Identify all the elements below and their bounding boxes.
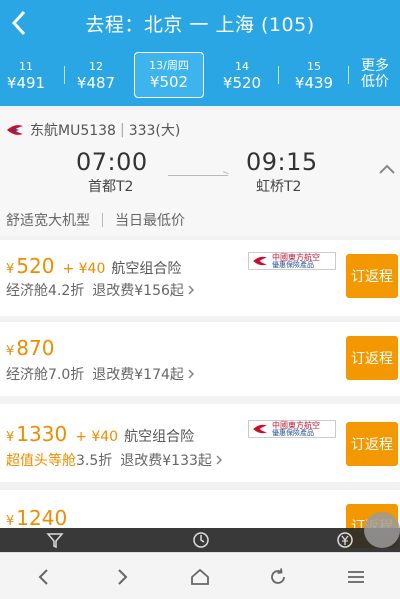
browser-back-button[interactable] bbox=[30, 563, 58, 591]
date-item-13-selected[interactable]: 13/周四 ¥502 bbox=[134, 52, 204, 98]
fare-price-row: ¥ 1330 + ¥40 航空组合险 bbox=[6, 422, 194, 446]
currency-symbol: ¥ bbox=[6, 430, 15, 445]
cabin-highlight: 超值头等舱 bbox=[6, 453, 76, 469]
filter-icon bbox=[46, 533, 64, 549]
browser-menu-button[interactable] bbox=[342, 563, 370, 591]
date-price: ¥439 bbox=[294, 74, 334, 92]
chevron-left-icon bbox=[38, 569, 48, 585]
divider bbox=[348, 66, 349, 84]
refresh-icon bbox=[271, 568, 285, 584]
arrive-airport: 虹桥T2 bbox=[256, 179, 302, 195]
refund-fee: 退改费¥133起 bbox=[120, 453, 212, 469]
date-price: ¥491 bbox=[6, 74, 46, 92]
fare-card-2[interactable]: ¥ 870 经济舱7.0折 退改费¥174起 订返程 bbox=[0, 322, 400, 396]
airline-insurance-badge: 中國東方航空 優惠保險產品 bbox=[248, 420, 336, 438]
browser-forward-button[interactable] bbox=[108, 563, 136, 591]
airline-insurance-badge: 中國東方航空 優惠保險產品 bbox=[248, 252, 336, 270]
aircraft-type: 333(大) bbox=[128, 123, 181, 139]
depart-airport: 首都T2 bbox=[88, 179, 134, 195]
route-arrow bbox=[168, 175, 228, 176]
date-label: 12 bbox=[89, 60, 103, 73]
date-label: 14 bbox=[235, 60, 249, 73]
flight-features: 舒适宽大机型 当日最低价 bbox=[6, 210, 185, 230]
more-line2: 低价 bbox=[361, 74, 389, 90]
fare-details: 超值头等舱 3.5折 退改费¥133起 bbox=[6, 450, 224, 470]
fare-price: 1330 bbox=[16, 422, 68, 446]
cabin-discount: 经济舱7.0折 bbox=[6, 367, 85, 383]
cabin-discount: 经济舱4.2折 bbox=[6, 283, 85, 299]
fare-price-row: ¥ 870 bbox=[6, 336, 54, 360]
divider bbox=[102, 213, 103, 227]
date-price: ¥487 bbox=[76, 74, 116, 92]
date-item-14[interactable]: 14 ¥520 bbox=[210, 52, 274, 98]
date-item-11[interactable]: 11 ¥491 bbox=[0, 52, 58, 98]
date-item-15[interactable]: 15 ¥439 bbox=[282, 52, 346, 98]
chevron-right-icon bbox=[188, 285, 194, 295]
currency-symbol: ¥ bbox=[6, 262, 15, 277]
title-bar: 去程：北京 一 上海 (105) bbox=[0, 0, 400, 46]
filter-bar bbox=[0, 528, 400, 552]
chevron-right-icon bbox=[118, 569, 128, 585]
china-eastern-logo-icon bbox=[253, 256, 267, 266]
fare-price: 520 bbox=[16, 254, 55, 278]
more-line1: 更多 bbox=[361, 58, 389, 74]
china-eastern-logo-icon bbox=[253, 424, 267, 434]
book-return-button[interactable]: 订返程 bbox=[346, 336, 398, 380]
date-selector: 11 ¥491 12 ¥487 13/周四 ¥502 14 ¥520 15 ¥4… bbox=[0, 46, 400, 106]
insurance-label: 航空组合险 bbox=[111, 261, 182, 277]
page-title: 去程：北京 一 上海 (105) bbox=[85, 14, 315, 36]
date-price: ¥502 bbox=[149, 73, 189, 91]
fare-card-3[interactable]: ¥ 1330 + ¥40 航空组合险 中國東方航空 優惠保險產品 超值头等舱 3… bbox=[0, 404, 400, 482]
clock-icon bbox=[193, 532, 209, 548]
date-label: 11 bbox=[19, 60, 33, 73]
insurance-addon-price: + ¥40 bbox=[75, 429, 119, 445]
browser-refresh-button[interactable] bbox=[264, 563, 292, 591]
badge-insurance-text: 優惠保險產品 bbox=[272, 428, 314, 437]
fare-price: 1240 bbox=[16, 506, 68, 530]
more-low-price-button[interactable]: 更多 低价 bbox=[352, 58, 398, 90]
arrive-time: 09:15 bbox=[246, 148, 318, 176]
sort-price-button[interactable] bbox=[336, 531, 354, 549]
chevron-up-icon bbox=[379, 164, 395, 174]
fare-details: 经济舱4.2折 退改费¥156起 bbox=[6, 280, 196, 300]
fare-price: 870 bbox=[16, 336, 55, 360]
chevron-right-icon bbox=[188, 369, 194, 379]
floating-assistive-button[interactable] bbox=[364, 512, 400, 548]
browser-home-button[interactable] bbox=[186, 563, 214, 591]
chevron-right-icon bbox=[216, 455, 222, 465]
refund-fee: 退改费¥174起 bbox=[92, 367, 184, 383]
fare-price-row: ¥ 520 + ¥40 航空组合险 bbox=[6, 254, 181, 278]
china-eastern-logo-icon bbox=[7, 125, 23, 135]
fare-card-1[interactable]: ¥ 520 + ¥40 航空组合险 中國東方航空 優惠保險產品 经济舱4.2折 … bbox=[0, 240, 400, 316]
date-label: 13/周四 bbox=[149, 59, 189, 72]
home-icon bbox=[191, 568, 209, 585]
menu-icon bbox=[348, 571, 364, 583]
airline-flight-number: 东航MU5138 bbox=[30, 123, 116, 139]
yen-icon bbox=[337, 532, 353, 548]
badge-insurance-text: 優惠保險產品 bbox=[272, 260, 314, 269]
depart-time: 07:00 bbox=[76, 148, 148, 176]
feature-lowest-price: 当日最低价 bbox=[115, 213, 185, 229]
fare-price-row: ¥ 1240 bbox=[6, 506, 67, 530]
fare-details: 经济舱7.0折 退改费¥174起 bbox=[6, 364, 196, 384]
divider bbox=[278, 66, 279, 84]
feature-wide-body: 舒适宽大机型 bbox=[6, 213, 90, 229]
filter-button[interactable] bbox=[46, 531, 64, 549]
cabin-discount: 3.5折 bbox=[76, 453, 113, 469]
book-return-button[interactable]: 订返程 bbox=[346, 422, 398, 466]
insurance-label: 航空组合险 bbox=[124, 429, 195, 445]
insurance-addon-price: + ¥40 bbox=[62, 261, 106, 277]
browser-nav-bar bbox=[0, 552, 400, 599]
collapse-button[interactable] bbox=[378, 160, 398, 180]
book-return-button[interactable]: 订返程 bbox=[346, 254, 398, 298]
currency-symbol: ¥ bbox=[6, 514, 15, 529]
refund-fee: 退改费¥156起 bbox=[92, 283, 184, 299]
date-price: ¥520 bbox=[222, 74, 262, 92]
date-label: 15 bbox=[307, 60, 321, 73]
date-item-12[interactable]: 12 ¥487 bbox=[64, 52, 128, 98]
sort-time-button[interactable] bbox=[192, 531, 210, 549]
airline-row: 东航MU5138 | 333(大) bbox=[6, 120, 180, 140]
currency-symbol: ¥ bbox=[6, 344, 15, 359]
separator: | bbox=[119, 122, 125, 138]
